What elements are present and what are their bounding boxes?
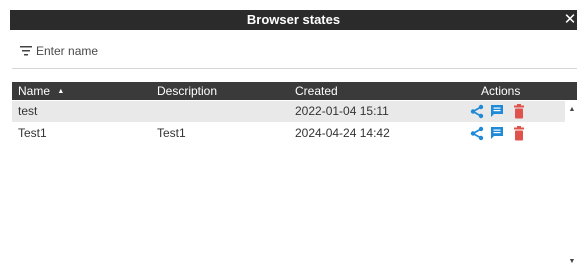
scroll-up-icon[interactable]: ▲ [567, 106, 577, 114]
column-header-actions: Actions [481, 84, 521, 98]
comment-icon[interactable] [490, 104, 504, 119]
scroll-down-icon[interactable]: ▼ [567, 258, 577, 266]
column-header-description[interactable]: Description [157, 82, 217, 100]
column-header-label: Name [18, 84, 51, 98]
delete-icon[interactable] [512, 126, 526, 141]
sort-asc-icon: ▲ [57, 87, 65, 95]
row-description: Test1 [157, 126, 186, 140]
table-row[interactable]: Test1 Test1 2024-04-24 14:42 [12, 123, 565, 144]
row-name: test [18, 104, 38, 118]
dialog-titlebar: Browser states ✕ [10, 10, 577, 30]
row-name: Test1 [18, 126, 47, 140]
share-icon[interactable] [470, 104, 484, 119]
filter-bar [12, 38, 577, 69]
name-filter-input[interactable] [36, 42, 336, 60]
column-header-name[interactable]: Name ▲ [18, 82, 64, 101]
table-row[interactable]: test 2022-01-04 15:11 [12, 101, 565, 122]
dialog-title: Browser states [246, 12, 341, 27]
row-actions [470, 104, 530, 119]
filter-icon [20, 46, 32, 56]
browser-states-table: Name ▲ Description Created Actions test … [12, 82, 577, 273]
row-created: 2024-04-24 14:42 [295, 126, 390, 140]
row-actions [470, 126, 530, 141]
close-icon[interactable]: ✕ [563, 10, 577, 30]
table-header: Name ▲ Description Created Actions [12, 82, 577, 100]
row-created: 2022-01-04 15:11 [295, 104, 389, 118]
comment-icon[interactable] [490, 126, 504, 141]
share-icon[interactable] [470, 126, 484, 141]
delete-icon[interactable] [512, 104, 526, 119]
column-header-created[interactable]: Created [295, 82, 338, 100]
